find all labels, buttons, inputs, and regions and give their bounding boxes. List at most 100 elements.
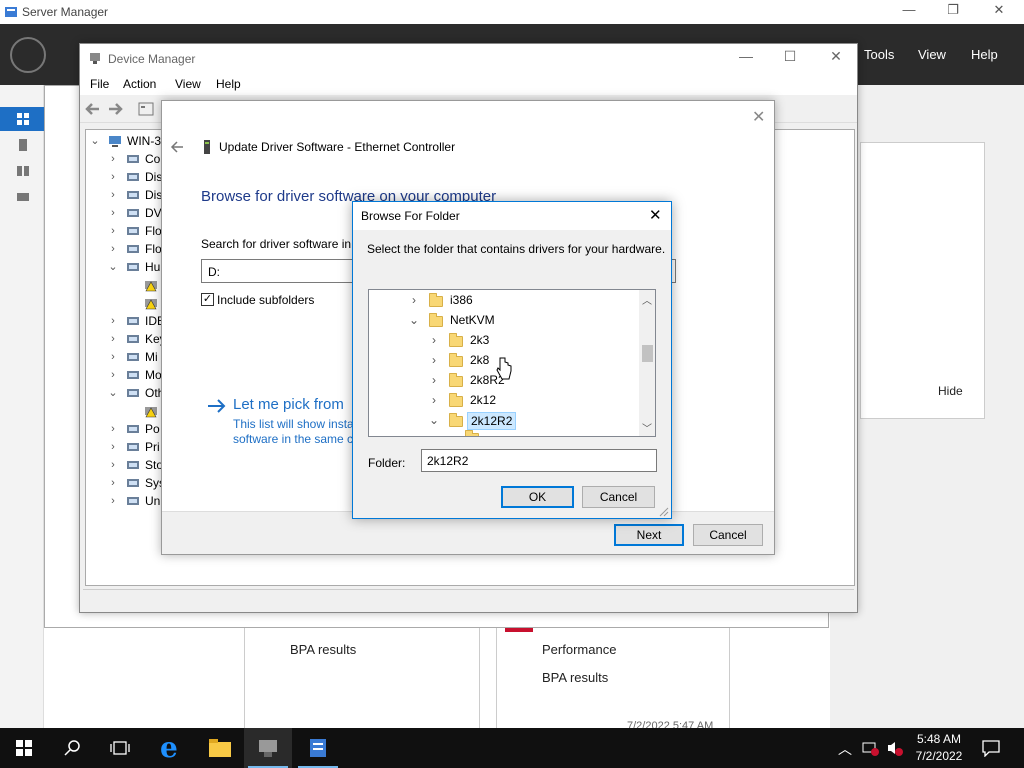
bpa-results-link-2[interactable]: BPA results (542, 670, 608, 685)
device-category-row[interactable]: › Sys (86, 474, 166, 492)
next-button[interactable]: Next (614, 524, 684, 546)
menu-view[interactable]: View (175, 77, 201, 91)
expand-chevron-icon[interactable]: › (108, 348, 118, 366)
notification-icon[interactable] (982, 739, 1000, 757)
expand-chevron-icon[interactable]: › (429, 393, 439, 407)
start-button[interactable] (0, 728, 48, 768)
scroll-down-icon[interactable]: ﹀ (642, 420, 652, 435)
device-category-row[interactable]: › Flo (86, 240, 166, 258)
device-category-row[interactable]: › Co (86, 150, 166, 168)
bpa-results-link[interactable]: BPA results (290, 642, 356, 657)
expand-chevron-icon[interactable]: › (108, 438, 118, 456)
chevron-up-icon[interactable]: ︿ (838, 739, 852, 759)
expand-chevron-icon[interactable]: › (429, 373, 439, 387)
collapse-chevron-icon[interactable]: ⌄ (108, 384, 118, 402)
include-subfolders-checkbox[interactable]: ✓ (201, 293, 214, 306)
expand-chevron-icon[interactable]: › (108, 204, 118, 222)
collapse-chevron-icon[interactable]: ⌄ (90, 132, 100, 150)
menu-help[interactable]: Help (216, 77, 241, 91)
device-category-row[interactable]: › Dis (86, 168, 166, 186)
scrollbar-thumb[interactable] (642, 345, 653, 362)
folder-tree-item[interactable]: ⌄ NetKVM (409, 311, 519, 331)
taskbar-server-manager[interactable] (294, 728, 342, 768)
menu-file[interactable]: File (90, 77, 109, 91)
close-button[interactable]: ✕ (816, 48, 856, 70)
ok-button[interactable]: OK (501, 486, 574, 508)
taskbar-device-manager[interactable] (244, 728, 292, 768)
folder-tree[interactable]: › i386 ⌄ NetKVM › 2k3 › 2k8 › 2k8R2 › 2k12 ⌄ 2k12R2 ︿… (368, 289, 656, 437)
system-clock[interactable]: 5:48 AM 7/2/2022 (908, 731, 970, 765)
collapse-chevron-icon[interactable]: ⌄ (108, 258, 118, 276)
folder-tree-item[interactable]: › 2k12 (429, 391, 539, 411)
collapse-chevron-icon[interactable]: ⌄ (409, 313, 419, 327)
scroll-up-icon[interactable]: ︿ (642, 292, 652, 307)
device-category-row[interactable]: › Un (86, 492, 166, 510)
taskbar-internet-explorer[interactable]: e (148, 728, 196, 768)
sidebar-item-all-servers[interactable] (0, 159, 44, 183)
folder-tree-scrollbar[interactable]: ︿ ﹀ (639, 290, 655, 436)
device-category-row[interactable]: › DV (86, 204, 166, 222)
device-category-row[interactable]: › Mi (86, 348, 166, 366)
menu-tools[interactable]: Tools (864, 47, 894, 62)
cancel-button[interactable]: Cancel (582, 486, 655, 508)
hide-link[interactable]: Hide (938, 384, 963, 398)
sidebar-item-dashboard[interactable] (0, 107, 44, 131)
folder-tree-item[interactable]: › i386 (409, 291, 519, 311)
device-category-row[interactable]: › Pri (86, 438, 166, 456)
device-category-row[interactable]: › Po (86, 420, 166, 438)
device-category-row[interactable] (86, 402, 166, 420)
performance-link[interactable]: Performance (542, 642, 616, 657)
forward-arrow-icon[interactable] (107, 102, 123, 116)
expand-chevron-icon[interactable]: › (108, 474, 118, 492)
server-manager-scrollbar[interactable] (1007, 85, 1024, 728)
minimize-button[interactable]: — (886, 2, 932, 22)
expand-chevron-icon[interactable]: › (108, 492, 118, 510)
sidebar-item-file-storage[interactable] (0, 185, 44, 209)
back-arrow-icon[interactable] (170, 140, 184, 154)
tree-root[interactable]: ⌄ WIN-3 (86, 132, 161, 150)
expand-chevron-icon[interactable]: › (108, 168, 118, 186)
expand-chevron-icon[interactable]: › (108, 312, 118, 330)
menu-action[interactable]: Action (123, 77, 156, 91)
expand-chevron-icon[interactable]: › (108, 240, 118, 258)
device-category-row[interactable]: › Flo (86, 222, 166, 240)
device-category-row[interactable]: ⌄ Hu (86, 258, 166, 276)
properties-icon[interactable] (138, 102, 154, 116)
resize-grip-icon[interactable] (657, 505, 669, 517)
folder-input[interactable]: 2k12R2 (421, 449, 657, 472)
folder-tree-item[interactable]: › 2k3 (429, 331, 539, 351)
expand-chevron-icon[interactable]: › (429, 333, 439, 347)
cancel-button[interactable]: Cancel (693, 524, 763, 546)
volume-icon[interactable] (886, 740, 904, 756)
menu-view[interactable]: View (918, 47, 946, 62)
maximize-button[interactable]: ❐ (930, 2, 976, 22)
back-arrow-icon[interactable] (85, 102, 101, 116)
back-button[interactable] (10, 37, 46, 73)
expand-chevron-icon[interactable]: › (108, 222, 118, 240)
sidebar-item-local-server[interactable] (0, 133, 44, 157)
close-icon[interactable]: ✕ (752, 107, 765, 127)
expand-chevron-icon[interactable]: › (108, 420, 118, 438)
close-icon[interactable]: ✕ (649, 206, 662, 224)
network-icon[interactable] (862, 740, 880, 756)
taskbar-file-explorer[interactable] (196, 728, 244, 768)
folder-tree-item[interactable]: ⌄ 2k12R2 (429, 411, 539, 431)
close-button[interactable]: ✕ (976, 2, 1022, 22)
expand-chevron-icon[interactable]: › (108, 330, 118, 348)
device-category-row[interactable]: › Key (86, 330, 166, 348)
menu-help[interactable]: Help (971, 47, 998, 62)
device-category-row[interactable]: › IDE (86, 312, 166, 330)
search-button[interactable] (48, 728, 96, 768)
device-category-row[interactable]: › Sto (86, 456, 166, 474)
device-category-row[interactable] (86, 276, 166, 294)
expand-chevron-icon[interactable]: › (429, 353, 439, 367)
device-category-row[interactable]: ⌄ Oth (86, 384, 166, 402)
expand-chevron-icon[interactable]: › (108, 456, 118, 474)
maximize-button[interactable]: ☐ (770, 48, 810, 70)
task-view-button[interactable] (96, 728, 144, 768)
let-me-pick-link[interactable]: Let me pick from (233, 396, 344, 413)
minimize-button[interactable]: — (726, 48, 766, 70)
expand-chevron-icon[interactable]: › (409, 293, 419, 307)
expand-chevron-icon[interactable]: › (108, 366, 118, 384)
collapse-chevron-icon[interactable]: ⌄ (429, 413, 439, 427)
